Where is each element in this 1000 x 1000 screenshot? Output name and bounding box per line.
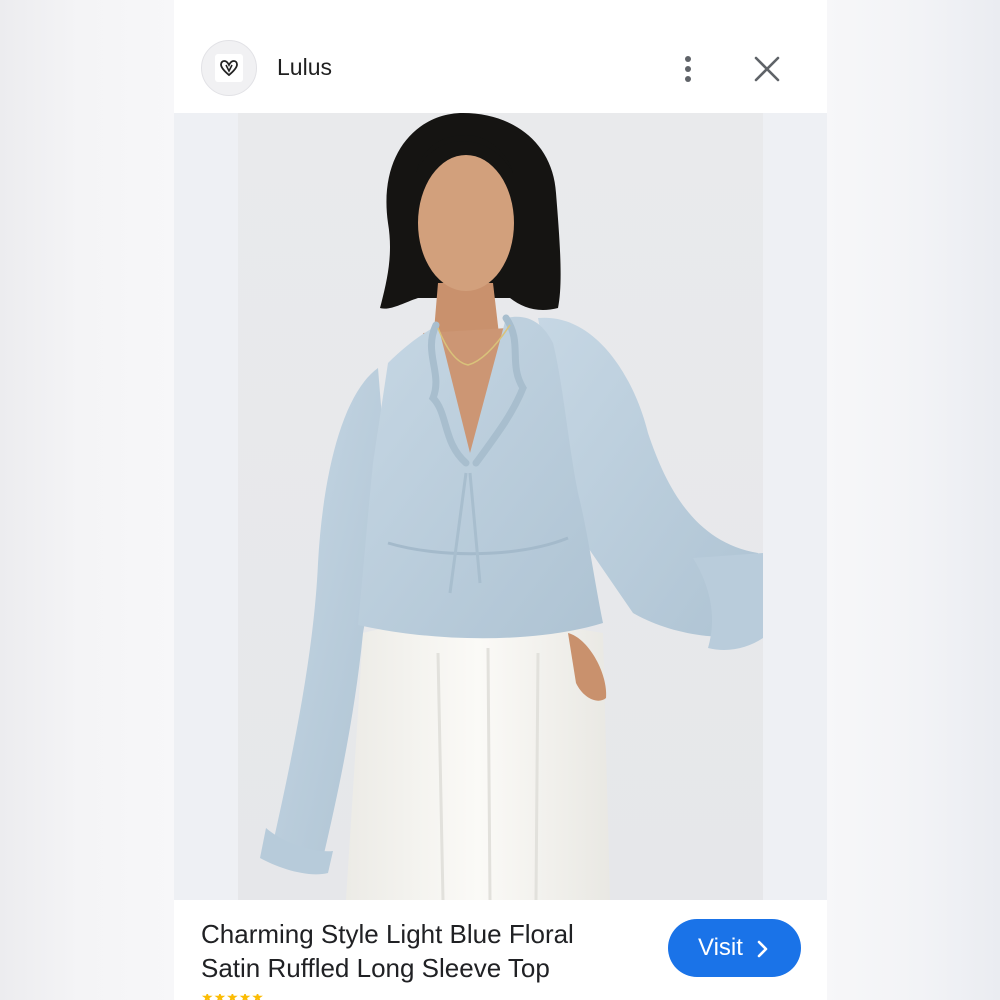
star-icon: ★ [226, 994, 239, 1000]
more-vert-icon [685, 56, 691, 62]
star-icon: ★ [239, 994, 252, 1000]
logo-inner [215, 54, 243, 82]
close-button[interactable] [752, 54, 782, 84]
rating-stars: ★★★★★ [201, 994, 541, 1000]
chevron-right-icon [757, 940, 768, 958]
more-vert-dot [685, 76, 691, 82]
visit-label: Visit [698, 934, 743, 961]
heart-icon [220, 60, 238, 77]
close-icon [754, 56, 780, 82]
model-illustration [260, 113, 763, 900]
card-header: Lulus [174, 0, 827, 113]
product-title-line2: Satin Ruffled Long Sleeve Top [201, 953, 550, 983]
product-image-area [174, 113, 827, 900]
product-image[interactable] [238, 113, 763, 900]
star-icon: ★ [214, 994, 227, 1000]
brand-name: Lulus [277, 54, 332, 80]
star-icon: ★ [201, 994, 214, 1000]
star-icon: ★ [251, 994, 264, 1000]
product-title[interactable]: Charming Style Light Blue Floral Satin R… [201, 917, 641, 985]
product-title-line1: Charming Style Light Blue Floral [201, 919, 574, 949]
face [418, 155, 514, 291]
product-footer: Charming Style Light Blue Floral Satin R… [174, 900, 827, 1000]
visit-button[interactable]: Visit [668, 919, 801, 977]
more-options-button[interactable] [674, 50, 702, 86]
brand-logo[interactable] [201, 40, 257, 96]
lens-result-card: Lulus Charming Style Light Blue Floral S… [174, 0, 827, 1000]
more-vert-dot [685, 66, 691, 72]
skirt [346, 621, 610, 900]
